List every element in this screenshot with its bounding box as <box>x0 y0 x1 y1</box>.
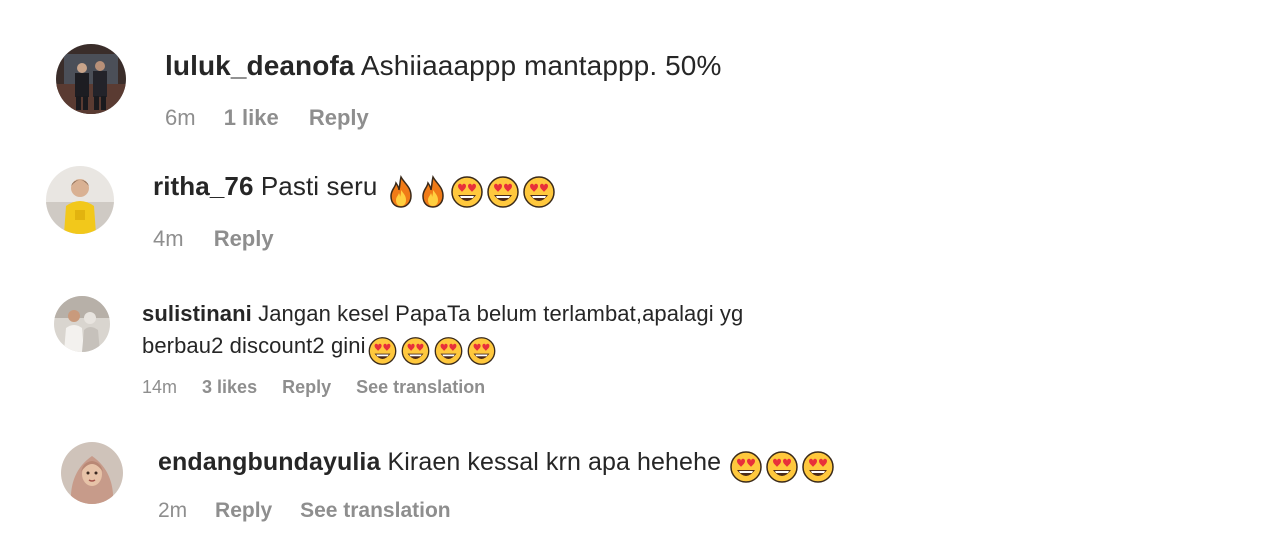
avatar[interactable] <box>56 44 126 114</box>
avatar[interactable] <box>61 442 123 504</box>
avatar[interactable] <box>54 296 110 352</box>
heart-eyes-icon <box>399 336 432 366</box>
avatar-photo-icon <box>54 296 110 352</box>
comment-timestamp: 2m <box>158 499 188 522</box>
comment-username[interactable]: ritha_76 <box>153 171 254 201</box>
heart-eyes-icon <box>432 336 465 366</box>
comment-timestamp: 14m <box>142 377 178 397</box>
comment-timestamp: 4m <box>153 226 184 251</box>
heart-eyes-icon <box>366 336 399 366</box>
avatar-photo-icon <box>46 166 114 234</box>
see-translation-button[interactable]: See translation <box>300 499 451 522</box>
comment-timestamp: 6m <box>165 105 196 130</box>
avatar[interactable] <box>46 166 114 234</box>
comment-text-continued: berbau2 discount2 gini <box>142 333 366 358</box>
emoji-group <box>385 174 557 209</box>
avatar-photo-icon <box>56 44 126 114</box>
likes-count-button[interactable]: 3 likes <box>202 377 257 397</box>
comment-username[interactable]: luluk_deanofa <box>165 50 355 81</box>
reply-button[interactable]: Reply <box>215 499 272 522</box>
emoji-group <box>728 450 836 484</box>
reply-button[interactable]: Reply <box>214 226 274 251</box>
heart-eyes-icon <box>465 336 498 366</box>
emoji-group <box>366 333 498 367</box>
comment-text: Jangan kesel PapaTa belum terlambat,apal… <box>258 301 744 326</box>
fire-icon <box>417 175 449 209</box>
likes-count-button[interactable]: 1 like <box>224 105 279 130</box>
avatar-photo-icon <box>61 442 123 504</box>
heart-eyes-icon <box>521 175 557 209</box>
heart-eyes-icon <box>485 175 521 209</box>
reply-button[interactable]: Reply <box>309 105 369 130</box>
comment-username[interactable]: sulistinani <box>142 301 252 326</box>
heart-eyes-icon <box>764 450 800 484</box>
heart-eyes-icon <box>728 450 764 484</box>
heart-eyes-icon <box>449 175 485 209</box>
reply-button[interactable]: Reply <box>282 377 331 397</box>
fire-icon <box>385 175 417 209</box>
comment-text: Kiraen kessal krn apa hehehe <box>387 448 722 476</box>
comment-username[interactable]: endangbundayulia <box>158 448 380 476</box>
comment-text: Ashiiaaappp mantappp. 50% <box>360 50 722 81</box>
comment-text: Pasti seru <box>260 171 378 201</box>
see-translation-button[interactable]: See translation <box>356 377 485 397</box>
heart-eyes-icon <box>800 450 836 484</box>
